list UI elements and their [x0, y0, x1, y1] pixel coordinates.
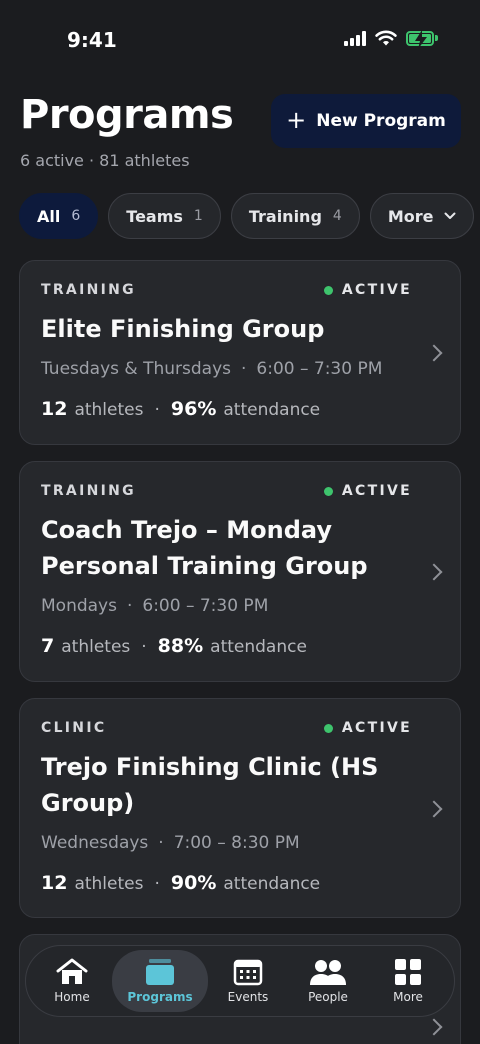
tab-events[interactable]: Events	[208, 951, 288, 1011]
program-card[interactable]: CLINIC ACTIVE Trejo Finishing Clinic (HS…	[19, 698, 461, 918]
tab-label: People	[308, 990, 348, 1004]
filter-chip-label: More	[387, 206, 434, 226]
bottom-tab-bar: Home Programs Events People More	[25, 945, 455, 1017]
separator-dot: ·	[126, 596, 133, 616]
athletes-count: 12	[41, 872, 68, 894]
people-icon	[310, 960, 346, 985]
attendance-label: attendance	[210, 637, 307, 657]
attendance-value: 88%	[157, 635, 204, 657]
status-label: ACTIVE	[341, 483, 412, 499]
page-title: Programs	[20, 92, 234, 138]
program-category: TRAINING	[41, 282, 136, 298]
tab-people[interactable]: People	[288, 951, 368, 1011]
program-title: Elite Finishing Group	[41, 315, 325, 343]
chevron-right-icon	[425, 344, 443, 362]
filter-chip-count: 6	[71, 208, 81, 224]
program-card[interactable]: TRAINING ACTIVE Coach Trejo – Monday Per…	[19, 461, 461, 682]
filter-chip-count: 1	[193, 208, 203, 224]
tab-programs[interactable]: Programs	[112, 950, 208, 1012]
status-label: ACTIVE	[341, 282, 412, 298]
tab-label: Events	[227, 990, 269, 1004]
filter-chip-more[interactable]: More	[369, 193, 475, 239]
program-category: CLINIC	[41, 720, 107, 736]
active-status-dot	[323, 285, 333, 295]
status-bar: 9:41	[0, 0, 480, 80]
programs-stack-icon	[146, 959, 174, 985]
cellular-signal-icon	[344, 30, 366, 46]
attendance-value: 96%	[170, 398, 217, 420]
active-status-dot	[323, 486, 333, 496]
program-card[interactable]: TRAINING ACTIVE Elite Finishing Group Tu…	[19, 260, 461, 445]
new-program-button[interactable]: + New Program	[271, 94, 461, 148]
program-category: TRAINING	[41, 483, 136, 499]
program-stats: 12 athletes · 90% attendance	[41, 872, 320, 894]
status-label: ACTIVE	[341, 720, 412, 736]
separator-dot: ·	[158, 833, 164, 853]
status-badge: ACTIVE	[323, 720, 412, 736]
separator-dot: ·	[241, 359, 247, 379]
program-schedule: Wednesdays · 7:00 – 8:30 PM	[41, 833, 300, 853]
chevron-right-icon	[425, 1018, 443, 1036]
program-schedule: Mondays · 6:00 – 7:30 PM	[41, 596, 268, 616]
separator-dot: ·	[154, 400, 160, 420]
status-badge: ACTIVE	[323, 282, 412, 298]
tab-label: More	[393, 990, 423, 1004]
calendar-icon	[233, 959, 263, 986]
program-stats: 7 athletes · 88% attendance	[41, 635, 307, 657]
filter-chip-label: Teams	[126, 206, 183, 226]
schedule-time: 6:00 – 7:30 PM	[142, 596, 269, 616]
status-time: 9:41	[67, 28, 117, 52]
program-title: Coach Trejo – Monday Personal Training G…	[41, 516, 368, 580]
chevron-right-icon	[425, 800, 443, 818]
attendance-label: attendance	[223, 400, 321, 420]
schedule-days: Wednesdays	[41, 833, 149, 853]
house-icon	[56, 958, 88, 984]
program-stats: 12 athletes · 96% attendance	[41, 398, 320, 420]
attendance-value: 90%	[170, 872, 217, 894]
filter-chip-training[interactable]: Training 4	[230, 193, 360, 239]
tab-home[interactable]: Home	[32, 951, 112, 1011]
filter-chips: All 6 Teams 1 Training 4 More	[19, 193, 475, 239]
chevron-down-icon	[444, 212, 456, 219]
tab-more[interactable]: More	[368, 951, 448, 1011]
schedule-days: Mondays	[41, 596, 117, 616]
grid-icon	[395, 959, 421, 985]
filter-chip-count: 4	[332, 208, 342, 224]
separator-dot: ·	[154, 874, 160, 894]
active-status-dot	[323, 723, 333, 733]
status-icons	[344, 29, 438, 49]
battery-charging-icon	[406, 29, 438, 49]
athletes-count: 12	[41, 398, 68, 420]
new-program-label: New Program	[316, 111, 446, 131]
schedule-days: Tuesdays & Thursdays	[41, 359, 231, 379]
attendance-label: attendance	[223, 874, 321, 894]
plus-icon: +	[286, 106, 307, 134]
tab-label: Programs	[127, 990, 193, 1004]
filter-chip-label: All	[37, 206, 61, 226]
wifi-icon	[375, 30, 397, 46]
filter-chip-all[interactable]: All 6	[19, 193, 99, 239]
separator-dot: ·	[141, 637, 147, 657]
program-schedule: Tuesdays & Thursdays · 6:00 – 7:30 PM	[41, 359, 382, 379]
athletes-label: athletes	[74, 400, 144, 420]
page-subtitle: 6 active · 81 athletes	[20, 151, 190, 170]
filter-chip-teams[interactable]: Teams 1	[108, 193, 221, 239]
athletes-count: 7	[41, 635, 55, 657]
filter-chip-label: Training	[248, 206, 322, 226]
chevron-right-icon	[425, 563, 443, 581]
program-title: Trejo Finishing Clinic (HS Group)	[41, 753, 379, 817]
schedule-time: 7:00 – 8:30 PM	[173, 833, 300, 853]
status-badge: ACTIVE	[323, 483, 412, 499]
tab-label: Home	[54, 990, 90, 1004]
schedule-time: 6:00 – 7:30 PM	[256, 359, 383, 379]
athletes-label: athletes	[61, 637, 131, 657]
athletes-label: athletes	[74, 874, 144, 894]
